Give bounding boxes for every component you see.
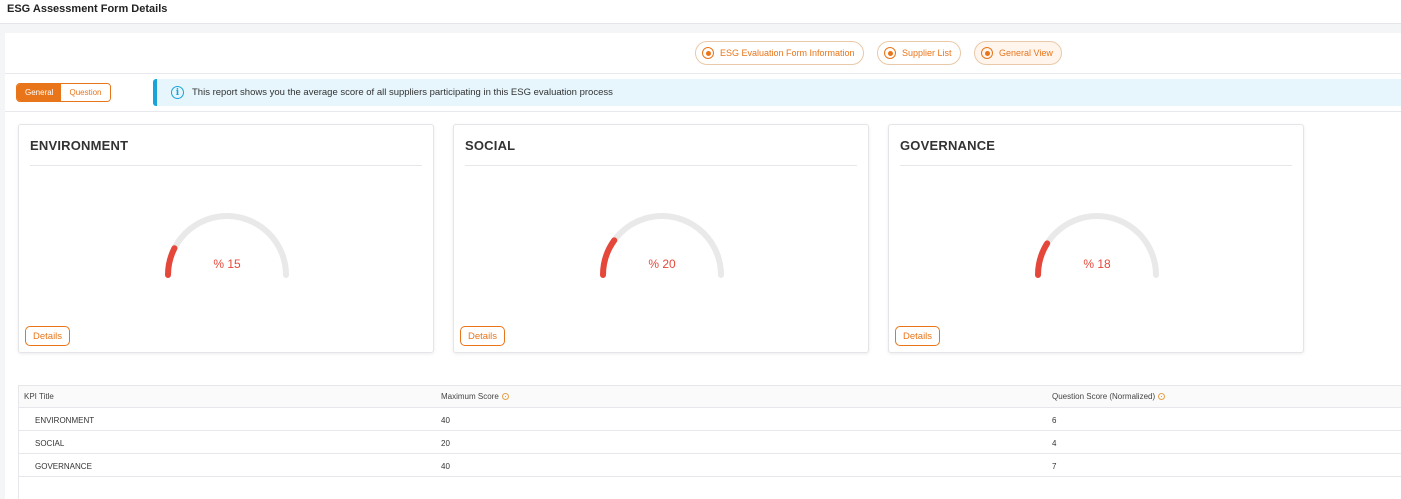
tab-esg-evaluation-form-information[interactable]: ESG Evaluation Form Information (695, 41, 864, 65)
radio-icon (702, 47, 714, 59)
info-banner: i This report shows you the average scor… (153, 79, 1401, 106)
column-header: Maximum Score (441, 392, 509, 401)
table-cell: SOCIAL (35, 439, 65, 448)
main-panel: ESG Evaluation Form Information Supplier… (5, 33, 1401, 499)
table-row: ENVIRONMENT 40 6 (19, 408, 1401, 431)
tab-general-view[interactable]: General View (974, 41, 1062, 65)
card-title: SOCIAL (465, 138, 516, 153)
toggle-general[interactable]: General (17, 84, 62, 101)
column-header-label: Question Score (Normalized) (1052, 392, 1156, 401)
info-text: This report shows you the average score … (192, 87, 613, 98)
help-icon[interactable] (501, 393, 509, 400)
details-button[interactable]: Details (25, 326, 71, 346)
page-title: ESG Assessment Form Details (7, 3, 168, 15)
kpi-table: KPI Title Maximum Score Question Score (… (18, 385, 1401, 499)
card-title: ENVIRONMENT (30, 138, 129, 153)
toggle-question[interactable]: Question (61, 84, 110, 101)
table-cell: GOVERNANCE (35, 462, 92, 471)
column-header-label: KPI Title (24, 392, 54, 401)
gauge: % 20 (597, 209, 727, 281)
gauge-value: % 18 (1083, 257, 1111, 271)
table-cell: 40 (441, 462, 450, 471)
table-row: SOCIAL 20 4 (19, 431, 1401, 454)
card-divider (465, 165, 857, 166)
details-button[interactable]: Details (895, 326, 941, 346)
gauge-value: % 15 (213, 257, 241, 271)
column-header: KPI Title (24, 392, 54, 401)
view-tabs: ESG Evaluation Form Information Supplier… (5, 33, 1401, 74)
info-icon: i (171, 86, 184, 99)
gauge: % 15 (162, 209, 292, 281)
table-cell: ENVIRONMENT (35, 416, 95, 425)
divider (5, 111, 1401, 112)
table-cell: 6 (1052, 416, 1057, 425)
table-cell: 7 (1052, 462, 1057, 471)
radio-icon (884, 47, 896, 59)
column-header: Question Score (Normalized) (1052, 392, 1166, 401)
table-cell: 20 (441, 439, 450, 448)
card-governance: GOVERNANCE % 18 Details (888, 124, 1304, 353)
column-header-label: Maximum Score (441, 392, 499, 401)
table-header: KPI Title Maximum Score Question Score (… (19, 386, 1401, 408)
card-divider (30, 165, 422, 166)
card-social: SOCIAL % 20 Details (453, 124, 869, 353)
radio-icon (981, 47, 993, 59)
page: ESG Assessment Form Details ESG Evaluati… (0, 0, 1401, 499)
card-divider (900, 165, 1292, 166)
card-environment: ENVIRONMENT % 15 Details (18, 124, 434, 353)
tab-supplier-list[interactable]: Supplier List (877, 41, 961, 65)
tab-label: Supplier List (902, 48, 952, 58)
gauge-value: % 20 (648, 257, 676, 271)
table-row: GOVERNANCE 40 7 (19, 454, 1401, 477)
view-toggle: General Question (16, 83, 111, 102)
top-bar: ESG Assessment Form Details (0, 0, 1401, 24)
tab-label: General View (999, 48, 1053, 58)
table-cell: 4 (1052, 439, 1057, 448)
help-icon[interactable] (1158, 393, 1166, 400)
card-title: GOVERNANCE (900, 138, 996, 153)
tab-label: ESG Evaluation Form Information (720, 48, 855, 58)
gauge: % 18 (1032, 209, 1162, 281)
details-button[interactable]: Details (460, 326, 506, 346)
table-cell: 40 (441, 416, 450, 425)
